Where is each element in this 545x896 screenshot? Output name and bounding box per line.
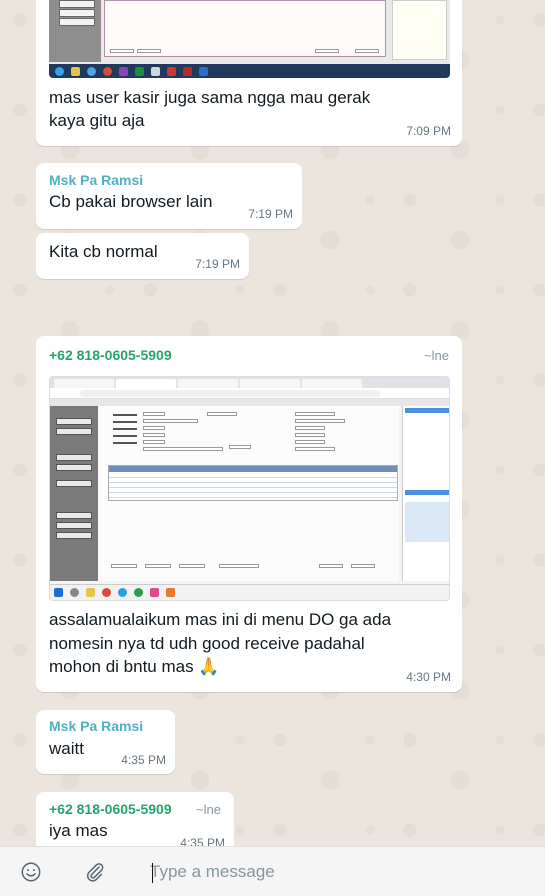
message-time: 4:35 PM <box>180 836 225 846</box>
message-caption: mas user kasir juga sama ngga mau gerak <box>49 88 371 107</box>
message-time: 7:19 PM <box>248 207 293 221</box>
desktop-screenshot-image[interactable] <box>49 0 450 78</box>
sender-alias: ~lne <box>196 802 221 817</box>
compose-bar <box>0 846 545 896</box>
message-bubble[interactable]: mas user kasir juga sama ngga mau gerak … <box>36 0 462 146</box>
message-text: iya mas <box>49 821 108 840</box>
sender-alias: ~lne <box>424 348 449 363</box>
sender-phone[interactable]: +62 818-0605-5909 <box>49 801 172 817</box>
message-time: 7:09 PM <box>406 124 451 138</box>
message-time: 4:30 PM <box>406 670 451 684</box>
message-caption: assalamualaikum mas ini di menu DO ga ad… <box>49 610 392 629</box>
message-list[interactable]: mas user kasir juga sama ngga mau gerak … <box>0 0 545 846</box>
browser-app-screenshot-image[interactable] <box>49 376 450 601</box>
emoji-icon[interactable] <box>20 861 42 883</box>
message-caption: nomesin nya td udh good receive padahal <box>49 634 365 653</box>
sender-name[interactable]: Msk Pa Ramsi <box>49 718 143 734</box>
paperclip-icon[interactable] <box>84 861 106 883</box>
message-text: Kita cb normal <box>49 242 158 261</box>
message-time: 4:35 PM <box>121 753 166 767</box>
sender-name[interactable]: Msk Pa Ramsi <box>49 172 143 188</box>
message-text: waitt <box>49 739 84 758</box>
message-caption: kaya gitu aja <box>49 111 145 130</box>
message-bubble[interactable]: Msk Pa Ramsi Cb pakai browser lain 7:19 … <box>36 163 302 229</box>
text-caret <box>152 863 153 883</box>
message-bubble[interactable]: Kita cb normal 7:19 PM <box>36 233 249 279</box>
message-bubble[interactable]: Msk Pa Ramsi waitt 4:35 PM <box>36 710 175 774</box>
message-caption: mohon di bntu mas 🙏 <box>49 657 220 676</box>
sender-phone[interactable]: +62 818-0605-5909 <box>49 347 172 363</box>
message-text: Cb pakai browser lain <box>49 192 213 211</box>
message-time: 7:19 PM <box>195 257 240 271</box>
message-bubble[interactable]: +62 818-0605-5909 ~lne iya mas 4:35 PM <box>36 792 234 846</box>
message-input[interactable] <box>150 859 530 885</box>
message-bubble[interactable]: +62 818-0605-5909 ~lne assalamualaikum m… <box>36 336 462 692</box>
